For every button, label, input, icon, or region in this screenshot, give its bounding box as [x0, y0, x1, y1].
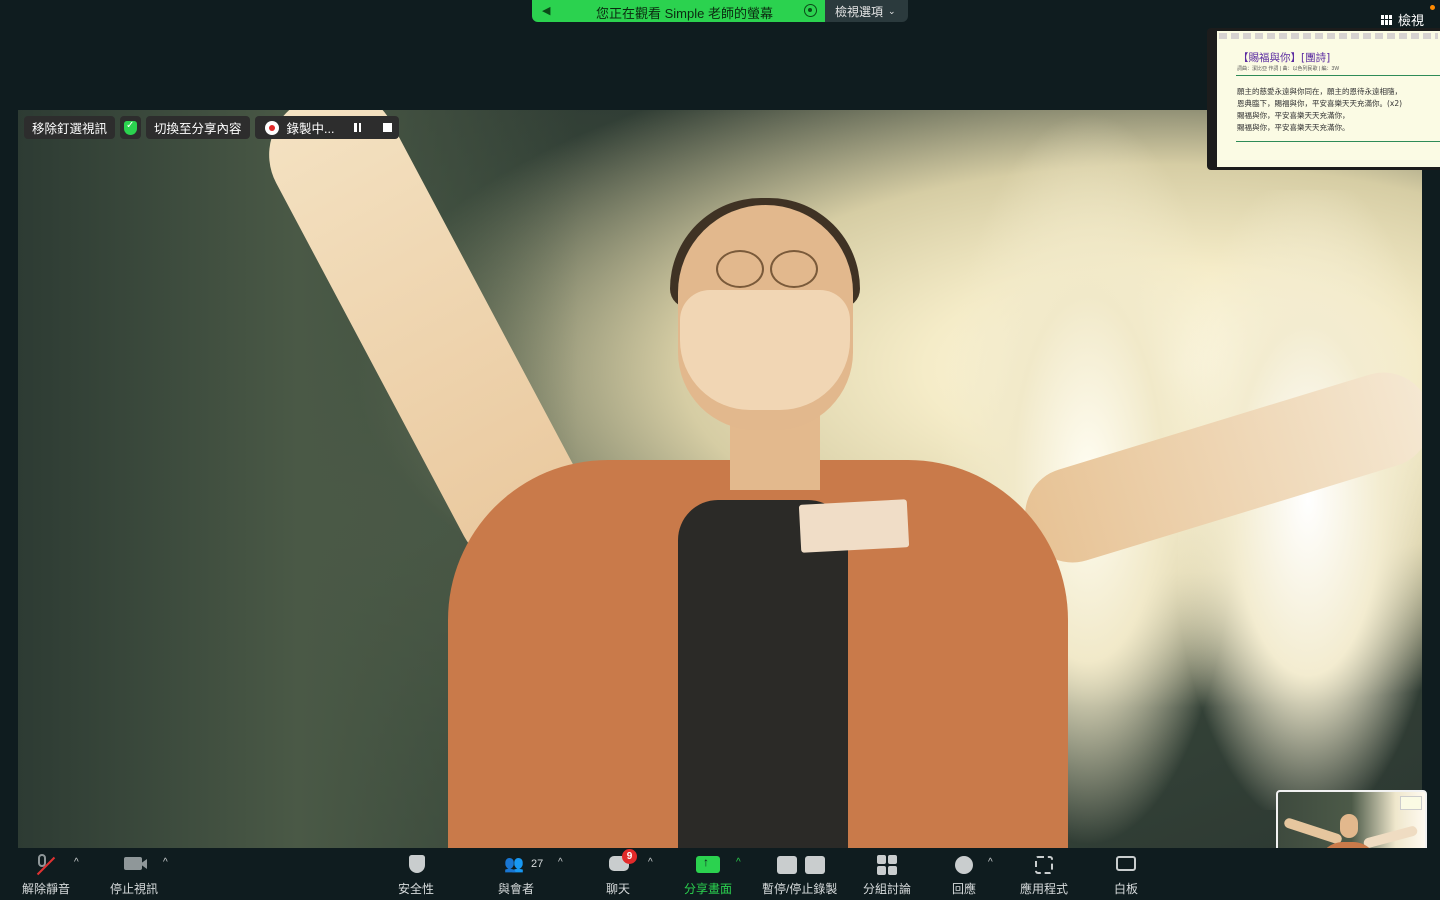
unmute-label: 解除靜音	[22, 882, 71, 896]
slide-subtitle: 詞曲：潔比亞 作詞 | 曲：以色列民歌 | 編：3W	[1237, 66, 1340, 72]
reactions-button[interactable]: 回應	[950, 848, 978, 900]
share-screen-label: 分享畫面	[684, 882, 733, 896]
participants-button[interactable]: 👥 27 與會者	[496, 848, 548, 900]
zoom-meeting-window: ◀︎ 您正在觀看 Simple 老師的螢幕 檢視選項 ⌄ 檢視 移除釘選視訊 ✓…	[0, 0, 1440, 900]
pause-stop-recording-button[interactable]: 暫停/停止錄製	[760, 848, 844, 900]
pause-stop-recording-label: 暫停/停止錄製	[762, 882, 838, 896]
security-shield-icon	[409, 855, 425, 873]
name-tag	[798, 499, 910, 553]
audio-options-caret[interactable]: ^	[74, 857, 79, 868]
participants-label: 與會者	[498, 882, 535, 896]
view-options-button[interactable]: 檢視選項 ⌄	[825, 0, 908, 22]
unpin-video-label: 移除釘選視訊	[32, 122, 108, 136]
speaker-icon: ◀︎	[542, 5, 551, 17]
breakout-icon	[877, 855, 897, 875]
slide-title: 【賜福與你】[團詩]	[1238, 52, 1331, 64]
share-status-text: 您正在觀看 Simple 老師的螢幕	[596, 6, 773, 21]
video-overlay-controls: 移除釘選視訊 切換至分享內容 錄製中...	[24, 116, 400, 139]
participants-icon: 👥	[504, 856, 524, 873]
view-grid-icon	[1380, 14, 1392, 25]
reactions-caret[interactable]: ^	[988, 857, 993, 868]
share-options-caret[interactable]: ^	[736, 857, 741, 868]
switch-to-share-button[interactable]: 切換至分享內容	[146, 116, 250, 139]
meeting-toolbar: 解除靜音 ^ 停止視訊 ^ 安全性 👥 27 與會者 ^ 9 聊天 ^ ↑ 分享…	[0, 848, 1440, 900]
view-label: 檢視	[1397, 13, 1424, 28]
pause-icon[interactable]	[354, 123, 362, 132]
stop-video-label: 停止視訊	[110, 882, 159, 896]
shared-screen-thumbnail[interactable]: 【賜福與你】[團詩] 詞曲：潔比亞 作詞 | 曲：以色列民歌 | 編：3W 願主…	[1207, 28, 1440, 170]
whiteboard-label: 白板	[1114, 882, 1139, 896]
speaker-person	[18, 110, 1422, 848]
view-button[interactable]: 檢視	[1380, 10, 1424, 29]
participants-count: 27	[531, 858, 544, 870]
slide-line: 願主的慈愛永遠與你同在，願主的恩待永遠相隨，	[1237, 87, 1402, 96]
whiteboard-icon	[1116, 856, 1136, 871]
apps-icon	[1035, 856, 1053, 874]
shield-icon	[124, 120, 138, 135]
recording-dot-icon	[264, 120, 279, 135]
breakout-rooms-button[interactable]: 分組討論	[862, 848, 914, 900]
recording-label: 錄製中...	[286, 122, 335, 136]
share-status-bar: ◀︎ 您正在觀看 Simple 老師的螢幕 檢視選項 ⌄	[532, 0, 908, 22]
chat-unread-badge: 9	[622, 849, 637, 864]
recording-icon	[804, 4, 817, 17]
share-screen-button[interactable]: ↑ 分享畫面	[682, 848, 734, 900]
stop-icon[interactable]	[383, 123, 393, 132]
security-button[interactable]: 安全性	[396, 848, 438, 900]
encryption-shield-button[interactable]	[120, 116, 142, 139]
chat-caret[interactable]: ^	[648, 857, 653, 868]
security-label: 安全性	[398, 882, 435, 896]
whiteboard-button[interactable]: 白板	[1112, 848, 1140, 900]
slide-line: 賜福與你，平安喜樂天天充滿你，	[1237, 111, 1350, 120]
apps-label: 應用程式	[1020, 882, 1069, 896]
viewing-share-status: ◀︎ 您正在觀看 Simple 老師的螢幕	[532, 0, 825, 22]
recording-indicator: 錄製中...	[254, 116, 400, 139]
stop-recording-icon	[805, 856, 825, 874]
chat-label: 聊天	[606, 882, 631, 896]
slide-line: 恩典臨下，賜福與你，平安喜樂天天充滿你。(x2)	[1237, 99, 1403, 108]
slide-line: 賜福與你，平安喜樂天天充滿你。	[1237, 123, 1350, 132]
reactions-icon	[955, 856, 973, 874]
participants-caret[interactable]: ^	[558, 857, 563, 868]
notification-dot	[1430, 5, 1435, 10]
main-video-feed	[18, 110, 1422, 848]
pause-recording-icon	[777, 856, 797, 874]
slide-content: 【賜福與你】[團詩] 詞曲：潔比亞 作詞 | 曲：以色列民歌 | 編：3W 願主…	[1217, 31, 1440, 167]
chat-button[interactable]: 9 聊天	[604, 848, 637, 900]
view-options-label: 檢視選項	[835, 4, 884, 19]
switch-to-share-label: 切換至分享內容	[154, 122, 242, 136]
stop-video-button[interactable]: 停止視訊	[108, 848, 160, 900]
unpin-video-button[interactable]: 移除釘選視訊	[24, 116, 116, 139]
breakout-label: 分組討論	[863, 882, 912, 896]
reactions-label: 回應	[952, 882, 977, 896]
video-options-caret[interactable]: ^	[163, 857, 168, 868]
apps-button[interactable]: 應用程式	[1018, 848, 1070, 900]
unmute-button[interactable]: 解除靜音	[20, 848, 72, 900]
chevron-down-icon: ⌄	[888, 5, 896, 16]
